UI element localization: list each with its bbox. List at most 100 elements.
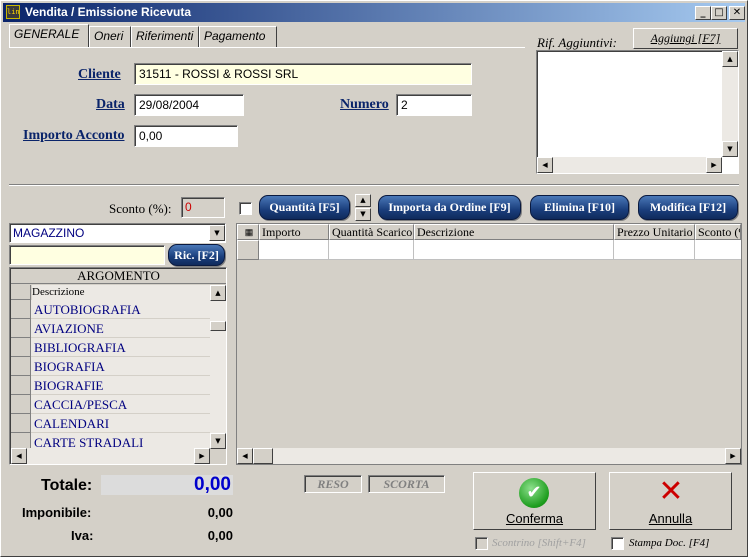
aggiungi-button[interactable]: Aggiungi [F7] <box>633 28 738 49</box>
scorta-indicator: SCORTA <box>368 475 445 493</box>
tab-generale[interactable]: GENERALE <box>9 24 89 47</box>
list-item[interactable]: BIOGRAFIA <box>31 357 210 376</box>
rif-textarea[interactable]: ▲ ▼ ◀ ▶ <box>536 50 739 174</box>
scontrino-label: Scontrino [Shift+F4] <box>492 537 586 549</box>
quantita-spinner[interactable]: ▲ ▼ <box>355 194 371 221</box>
list-vscroll[interactable]: ▲ ▼ <box>210 285 226 449</box>
search-input[interactable] <box>9 245 165 265</box>
cliente-field[interactable]: 31511 - ROSSI & ROSSI SRL <box>134 63 472 85</box>
col-prezzo[interactable]: Prezzo Unitario <box>614 224 695 240</box>
check-icon: ✔ <box>519 478 549 508</box>
scroll-down-icon[interactable]: ▼ <box>722 141 738 157</box>
annulla-button[interactable]: ✕ Annulla <box>609 472 732 530</box>
elimina-button[interactable]: Elimina [F10] <box>530 195 629 220</box>
importa-ordine-button[interactable]: Importa da Ordine [F9] <box>378 195 521 220</box>
argomento-list: ARGOMENTO Descrizione AUTOBIOGRAFIA AVIA… <box>9 267 227 465</box>
separator <box>9 184 739 186</box>
annulla-label: Annulla <box>648 511 693 526</box>
spin-up-icon[interactable]: ▲ <box>355 194 371 207</box>
rif-hscroll[interactable]: ◀ ▶ <box>537 157 722 173</box>
scroll-left-icon[interactable]: ◀ <box>237 448 253 464</box>
reso-indicator: RESO <box>304 475 362 493</box>
list-item[interactable]: AVIAZIONE <box>31 319 210 338</box>
minimize-button[interactable]: _ <box>695 6 711 20</box>
row-header[interactable] <box>11 338 31 357</box>
scroll-right-icon[interactable]: ▶ <box>725 448 741 464</box>
numero-field[interactable]: 2 <box>396 94 472 116</box>
list-item[interactable]: CALENDARI <box>31 414 210 433</box>
scroll-thumb[interactable] <box>210 321 226 331</box>
scroll-left-icon[interactable]: ◀ <box>11 448 27 464</box>
row-header[interactable] <box>11 319 31 338</box>
tab-oneri[interactable]: Oneri <box>89 26 131 47</box>
conferma-label: Conferma <box>505 511 564 526</box>
data-field[interactable]: 29/08/2004 <box>134 94 244 116</box>
grid-hscroll[interactable]: ◀ ▶ <box>237 448 741 464</box>
list-title: ARGOMENTO <box>11 268 226 284</box>
acconto-field[interactable]: 0,00 <box>134 125 238 147</box>
list-header: Descrizione <box>32 285 210 300</box>
modifica-button[interactable]: Modifica [F12] <box>638 195 738 220</box>
scroll-up-icon[interactable]: ▲ <box>722 51 738 67</box>
window-title: Vendita / Emissione Ricevuta <box>25 5 192 19</box>
magazzino-select[interactable]: MAGAZZINO ▼ <box>9 223 226 243</box>
sconto-label: Sconto (%): <box>109 201 172 216</box>
magazzino-value: MAGAZZINO <box>13 226 85 240</box>
list-item[interactable]: BIOGRAFIE <box>31 376 210 395</box>
chevron-down-icon[interactable]: ▼ <box>209 225 225 241</box>
scroll-right-icon[interactable]: ▶ <box>194 448 210 464</box>
quantita-button[interactable]: Quantità [F5] <box>259 195 350 220</box>
row-header[interactable] <box>11 357 31 376</box>
totale-value: 0,00 <box>101 475 233 495</box>
scroll-thumb[interactable] <box>253 448 273 464</box>
scroll-down-icon[interactable]: ▼ <box>210 433 226 449</box>
scroll-right-icon[interactable]: ▶ <box>706 157 722 173</box>
table-row[interactable] <box>259 240 741 260</box>
main-window: lin Vendita / Emissione Ricevuta _ □ ✕ G… <box>0 0 748 557</box>
list-item[interactable]: CACCIA/PESCA <box>31 395 210 414</box>
numero-label: Numero <box>340 97 389 112</box>
row-header[interactable] <box>11 414 31 433</box>
cliente-label: Cliente <box>78 67 121 82</box>
list-body: AUTOBIOGRAFIA AVIAZIONE BIBLIOGRAFIA BIO… <box>11 300 210 452</box>
row-header[interactable] <box>11 300 31 319</box>
tab-riferimenti[interactable]: Riferimenti <box>131 26 199 47</box>
data-label: Data <box>96 97 125 112</box>
iva-label: Iva: <box>71 528 94 543</box>
col-descrizione[interactable]: Descrizione <box>414 224 614 240</box>
list-corner <box>11 285 31 300</box>
col-quantita[interactable]: Quantità Scarico <box>329 224 414 240</box>
tab-pagamento[interactable]: Pagamento <box>199 26 277 47</box>
list-item[interactable]: AUTOBIOGRAFIA <box>31 300 210 319</box>
ric-button[interactable]: Ric. [F2] <box>168 244 225 266</box>
iva-value: 0,00 <box>207 528 233 543</box>
imponibile-value: 0,00 <box>207 505 233 520</box>
conferma-button[interactable]: ✔ Conferma <box>473 472 596 530</box>
sconto-field[interactable]: 0 <box>181 197 225 218</box>
imponibile-label: Imponibile: <box>22 505 92 520</box>
scroll-left-icon[interactable]: ◀ <box>537 157 553 173</box>
row-header[interactable] <box>11 376 31 395</box>
rif-label: Rif. Aggiuntivi: <box>537 35 617 50</box>
stampa-checkbox[interactable] <box>611 537 624 550</box>
scontrino-checkbox[interactable] <box>475 537 488 550</box>
maximize-button[interactable]: □ <box>711 6 727 20</box>
list-hscroll[interactable]: ◀ ▶ <box>11 448 210 464</box>
acconto-label: Importo Acconto <box>23 128 125 143</box>
cancel-x-icon: ✕ <box>658 474 684 509</box>
scroll-up-icon[interactable]: ▲ <box>210 285 226 301</box>
select-all-checkbox[interactable] <box>239 202 252 215</box>
close-button[interactable]: ✕ <box>729 6 745 20</box>
row-header[interactable] <box>11 395 31 414</box>
title-bar[interactable]: lin Vendita / Emissione Ricevuta _ □ ✕ <box>3 3 745 22</box>
rif-vscroll[interactable]: ▲ ▼ <box>722 51 738 157</box>
tab-divider <box>9 47 525 48</box>
grid-corner-icon[interactable]: ▦ <box>237 224 259 240</box>
row-header[interactable] <box>237 240 259 260</box>
col-importo[interactable]: Importo <box>259 224 329 240</box>
app-icon: lin <box>6 5 20 19</box>
list-item[interactable]: BIBLIOGRAFIA <box>31 338 210 357</box>
col-sconto[interactable]: Sconto (%) <box>695 224 741 240</box>
stampa-label: Stampa Doc. [F4] <box>629 537 710 549</box>
spin-down-icon[interactable]: ▼ <box>355 208 371 221</box>
